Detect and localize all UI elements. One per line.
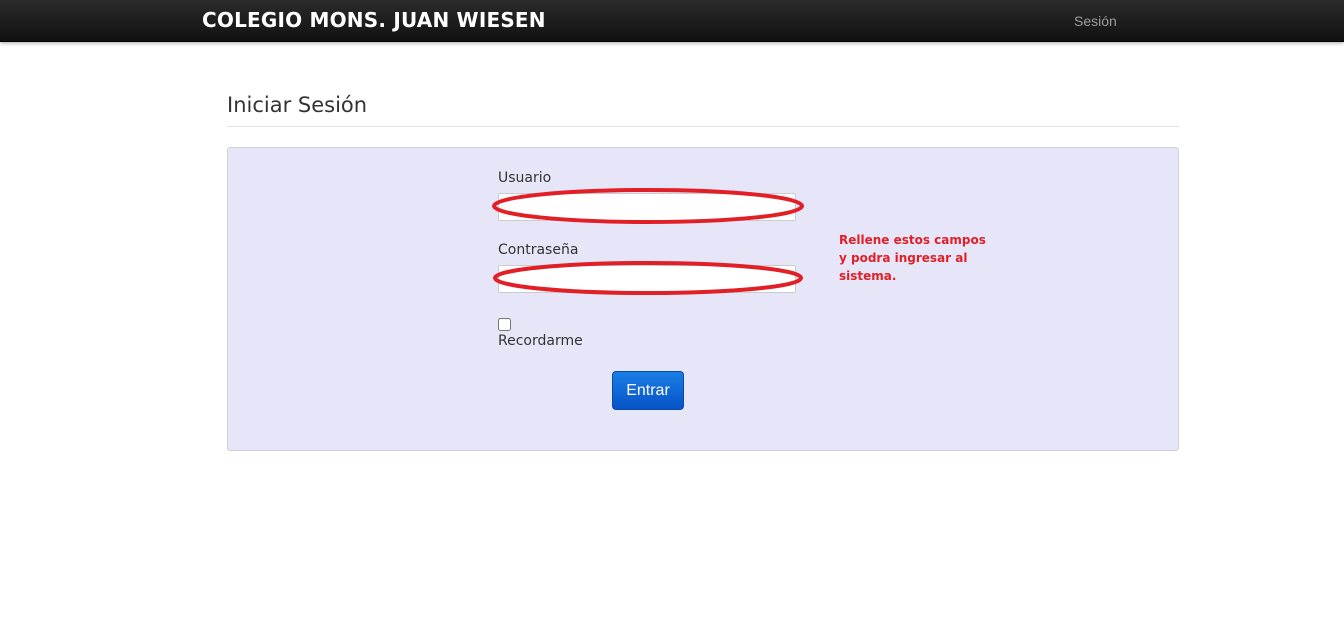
page-title: Iniciar Sesión [227,93,368,117]
top-navbar: COLEGIO MONS. JUAN WIESEN Sesión [0,0,1344,42]
brand-title[interactable]: COLEGIO MONS. JUAN WIESEN [202,8,546,32]
password-input[interactable] [498,265,796,293]
annotation-note-line: sistema. [839,269,897,283]
password-label: Contraseña [498,242,579,258]
username-input[interactable] [498,193,796,221]
nav-link-session[interactable]: Sesión [1074,13,1117,29]
title-divider [227,126,1179,127]
annotation-note-line: Rellene estos campos [839,233,986,247]
remember-me-checkbox[interactable] [498,318,511,331]
username-label: Usuario [498,170,552,186]
remember-me-label[interactable]: Recordarme [498,333,583,349]
annotation-note: Rellene estos campos y podra ingresar al… [839,231,989,285]
submit-button[interactable]: Entrar [612,371,684,410]
annotation-note-line: y podra ingresar al [839,251,968,265]
